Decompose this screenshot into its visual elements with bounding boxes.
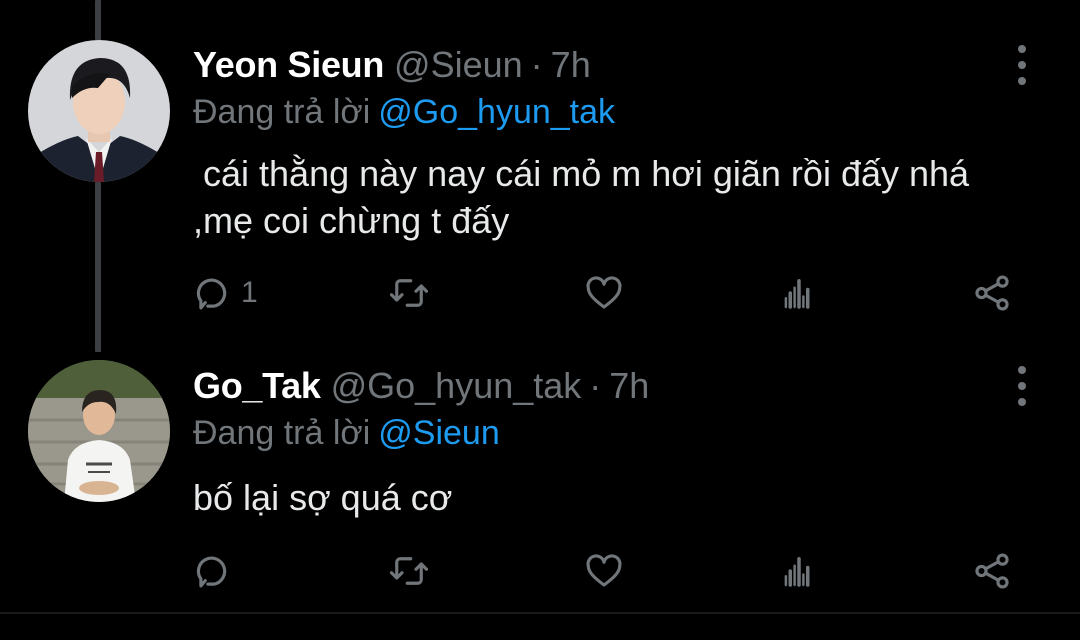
replying-to-label: Đang trả lời — [193, 414, 371, 452]
retweet-button[interactable] — [388, 271, 430, 315]
reply-button[interactable] — [193, 549, 241, 593]
tweet-actions — [193, 549, 1023, 593]
timestamp[interactable]: 7h — [609, 365, 649, 406]
avatar[interactable] — [28, 40, 170, 182]
tweet-1[interactable]: Yeon Sieun @Sieun · 7h Đang trả lời @Go_hyun… — [0, 0, 1080, 340]
timestamp[interactable]: 7h — [551, 44, 591, 85]
display-name[interactable]: Yeon Sieun — [193, 44, 384, 85]
separator-dot: · — [530, 44, 543, 85]
more-options-icon — [1018, 366, 1026, 374]
more-options-dot — [1018, 398, 1026, 406]
profile-photo-icon — [28, 40, 170, 182]
share-button[interactable] — [971, 271, 1013, 315]
separator-dot: · — [589, 365, 602, 406]
tweet-header: Yeon Sieun @Sieun · 7h — [193, 45, 591, 85]
retweet-button[interactable] — [388, 549, 430, 593]
replying-to: Đang trả lời @Sieun — [193, 413, 500, 453]
like-icon — [586, 276, 622, 309]
username-handle[interactable]: @Sieun — [394, 44, 523, 85]
analytics-button[interactable] — [778, 271, 820, 315]
share-icon — [975, 553, 1009, 589]
profile-photo-icon — [28, 360, 170, 502]
like-button[interactable] — [583, 271, 625, 315]
like-icon — [586, 554, 622, 587]
display-name[interactable]: Go_Tak — [193, 365, 321, 406]
share-icon — [975, 275, 1009, 311]
replying-to: Đang trả lời @Go_hyun_tak — [193, 92, 615, 132]
divider — [0, 612, 1080, 614]
analytics-icon — [784, 279, 810, 309]
share-button[interactable] — [971, 549, 1013, 593]
analytics-icon — [784, 557, 810, 587]
tweet-actions: 1 — [193, 271, 1023, 315]
tweet-header: Go_Tak @Go_hyun_tak · 7h — [193, 366, 649, 406]
reply-button[interactable]: 1 — [193, 271, 258, 315]
more-options-button[interactable] — [1008, 366, 1036, 406]
more-options-dot — [1018, 77, 1026, 85]
more-options-dot — [1018, 61, 1026, 69]
more-options-button[interactable] — [1008, 45, 1036, 85]
reply-icon — [196, 556, 227, 588]
tweet-text: bố lại sợ quá cơ — [193, 477, 453, 518]
replying-to-label: Đang trả lời — [193, 93, 371, 131]
retweet-icon — [389, 279, 429, 307]
avatar[interactable] — [28, 360, 170, 502]
more-options-icon — [1018, 45, 1026, 53]
reply-mention-link[interactable]: @Go_hyun_tak — [378, 93, 615, 131]
more-options-dot — [1018, 382, 1026, 390]
retweet-icon — [389, 557, 429, 585]
tweet-2[interactable]: Go_Tak @Go_hyun_tak · 7h Đang trả lời @Sieun… — [0, 340, 1080, 612]
like-button[interactable] — [583, 549, 625, 593]
reply-mention-link[interactable]: @Sieun — [378, 414, 499, 452]
reply-count: 1 — [241, 276, 258, 309]
tweet-text: cái thằng này nay cái mỏ m hơi giãn rồi … — [193, 153, 980, 241]
reply-icon — [196, 278, 227, 310]
analytics-button[interactable] — [778, 549, 820, 593]
username-handle[interactable]: @Go_hyun_tak — [331, 365, 582, 406]
